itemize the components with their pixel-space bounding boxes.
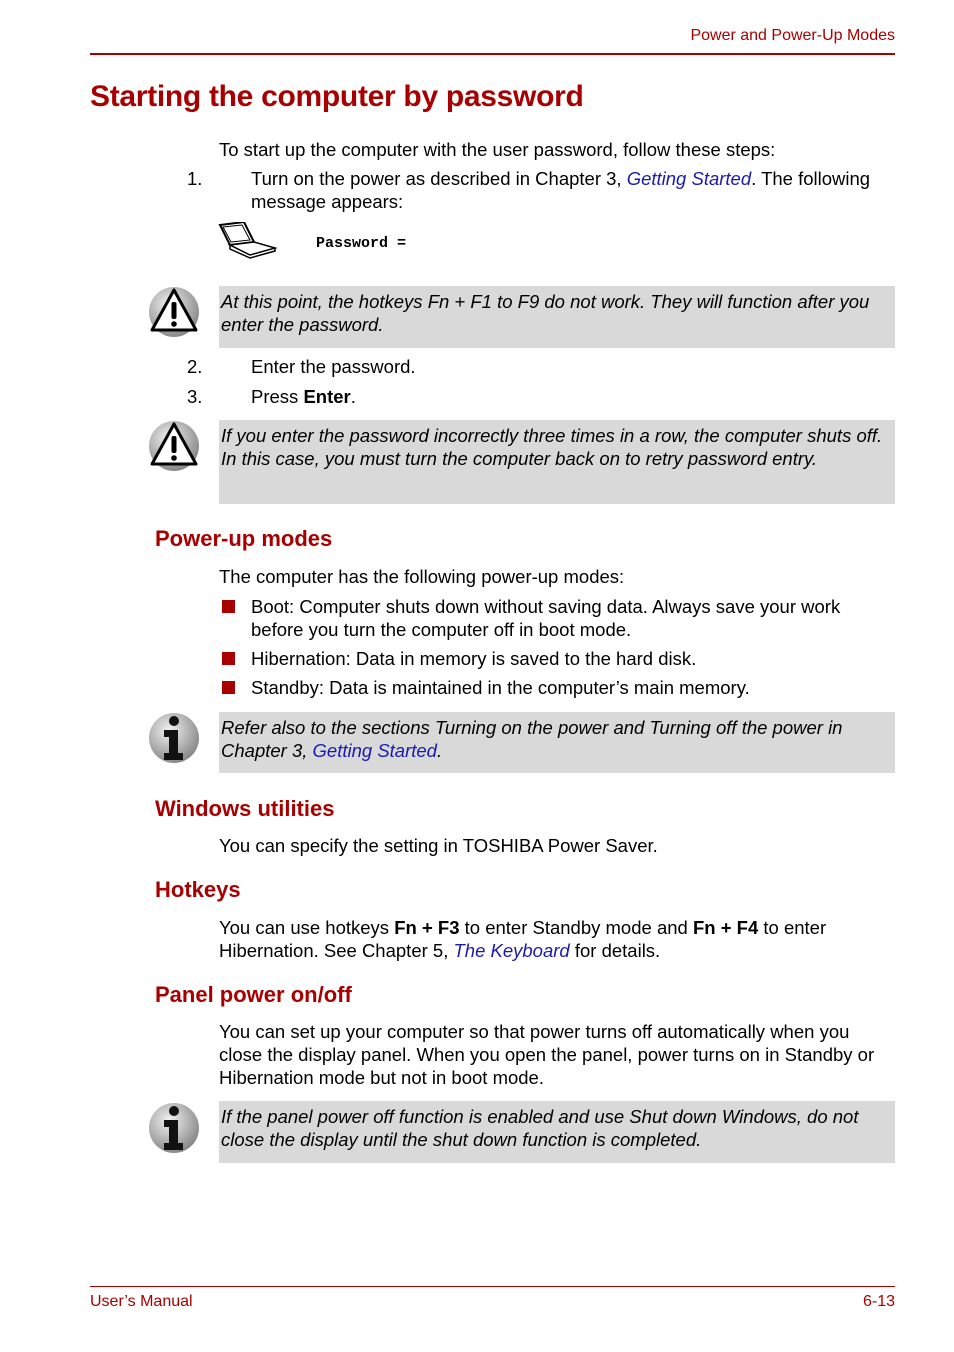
hotkeys-text: You can use hotkeys Fn + F3 to enter Sta… [219, 917, 827, 961]
note-panel-info: If the panel power off function is enabl… [219, 1101, 895, 1163]
bullet-icon [222, 681, 235, 694]
info-icon [149, 713, 199, 763]
footer-rule [90, 1286, 895, 1287]
section-heading-windows-utilities: Windows utilities [155, 796, 335, 821]
info-icon [149, 1103, 199, 1153]
password-prompt: Password = [316, 235, 407, 252]
section-heading-hotkeys: Hotkeys [155, 877, 241, 902]
intro-text: To start up the computer with the user p… [219, 139, 776, 160]
note-refer-info: Refer also to the sections Turning on th… [219, 712, 895, 773]
section-heading-panel-power: Panel power on/off [155, 982, 352, 1007]
warning-icon [149, 287, 199, 337]
getting-started-link[interactable]: Getting Started [627, 168, 751, 189]
powerup-intro: The computer has the following power-up … [219, 566, 625, 587]
step-2: 2. Enter the password. [187, 356, 416, 377]
list-item: Boot: Computer shuts down without saving… [222, 595, 871, 641]
note-hotkeys-warning: At this point, the hotkeys Fn + F1 to F9… [219, 286, 895, 348]
page-number: 6-13 [862, 1293, 895, 1310]
section-heading-powerup: Power-up modes [155, 526, 333, 551]
the-keyboard-link[interactable]: The Keyboard [453, 940, 569, 961]
step-1: 1. Turn on the power as described in Chap… [187, 168, 871, 212]
running-header: Power and Power-Up Modes [690, 27, 895, 44]
note-incorrect-warning: If you enter the password incorrectly th… [219, 420, 895, 504]
warning-icon [149, 421, 199, 471]
panel-power-text: You can set up your computer so that pow… [219, 1021, 875, 1088]
list-item: Standby: Data is maintained in the compu… [222, 676, 750, 699]
footer-manual-label: User’s Manual [90, 1293, 193, 1310]
laptop-icon [218, 222, 278, 259]
page-title: Starting the computer by password [90, 80, 584, 113]
header-rule [90, 53, 895, 55]
bullet-icon [222, 652, 235, 665]
windows-utilities-text: You can specify the setting in TOSHIBA P… [219, 835, 658, 856]
list-item: Hibernation: Data in memory is saved to … [222, 647, 696, 670]
bullet-icon [222, 600, 235, 613]
step-3: 3. Press Enter. [187, 386, 356, 407]
getting-started-link[interactable]: Getting Started [313, 740, 437, 761]
